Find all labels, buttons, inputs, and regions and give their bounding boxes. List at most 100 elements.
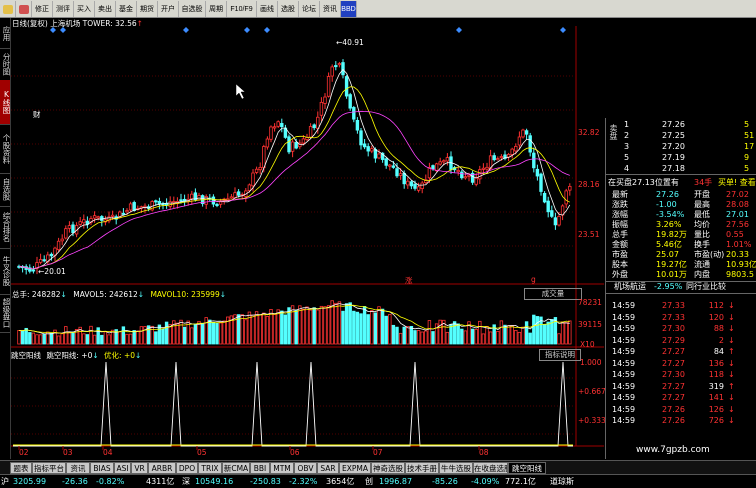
- toolbar-button[interactable]: 修正: [32, 1, 53, 17]
- candle-body: [254, 168, 259, 173]
- left-tab-2[interactable]: K线图: [0, 80, 10, 125]
- indicator-tab[interactable]: 神奇选股: [371, 462, 405, 474]
- quote-row: 涨跌 -1.00 最高 28.08: [606, 200, 756, 210]
- volume-bar: [380, 308, 385, 345]
- indicator-tab[interactable]: 技术手册: [405, 462, 439, 474]
- candle-body: [366, 146, 370, 152]
- indicator-tab[interactable]: 牛牛选股: [439, 462, 473, 474]
- indicator-tab[interactable]: EXPMA: [339, 462, 371, 474]
- order-book-row[interactable]: 5 27.19 9: [606, 153, 756, 163]
- indicator-tab[interactable]: 新CMA: [222, 462, 250, 474]
- toolbar-button[interactable]: 买入: [74, 1, 95, 17]
- volume-bar: [560, 321, 565, 345]
- kline-chart-svg[interactable]: [11, 18, 604, 459]
- left-tab-0[interactable]: 应用: [0, 18, 10, 49]
- toolbar-button[interactable]: 资讯: [320, 1, 341, 17]
- indicator-tab[interactable]: ARBR: [148, 462, 176, 474]
- volume-bar: [431, 331, 435, 345]
- toolbar-button[interactable]: BBD: [341, 1, 357, 17]
- indicator-tab[interactable]: BIAS: [90, 462, 114, 474]
- status-segment: 772.1亿: [505, 477, 536, 486]
- indicator-tab[interactable]: SAR: [317, 462, 339, 474]
- indicator-tab[interactable]: 跳空阳线: [508, 462, 546, 474]
- indicator-tab[interactable]: DPO: [176, 462, 198, 474]
- industry-compare-link[interactable]: 同行业比较: [686, 282, 726, 292]
- event-marker-2[interactable]: g: [531, 275, 536, 284]
- indicator-tab[interactable]: TRIX: [198, 462, 222, 474]
- home-icon[interactable]: [16, 1, 32, 17]
- left-tab-3[interactable]: 个股资料: [0, 124, 10, 174]
- candle-body: [542, 192, 547, 203]
- tick-row[interactable]: 14:59 27.27 84 ↑: [606, 347, 756, 357]
- candle-body: [280, 123, 284, 128]
- tick-row[interactable]: 14:59 27.26 126 ↓: [606, 405, 756, 415]
- indicator-tab[interactable]: BBI: [250, 462, 270, 474]
- order-alert-link[interactable]: 买单! 查看详细: [718, 178, 756, 188]
- toolbar-button[interactable]: 周期: [206, 1, 227, 17]
- indicator-tab[interactable]: MTM: [270, 462, 294, 474]
- tick-row[interactable]: 14:59 27.27 319 ↑: [606, 382, 756, 392]
- order-book-row[interactable]: 3 27.20 17: [606, 142, 756, 152]
- order-book-row[interactable]: 1 27.26 5: [606, 120, 756, 130]
- indicator-tab[interactable]: VR: [131, 462, 148, 474]
- candle-body: [442, 160, 446, 163]
- candle-body: [539, 173, 543, 192]
- order-book-row[interactable]: 4 27.18 5: [606, 164, 756, 174]
- tick-row[interactable]: 14:59 27.29 2 ↓: [606, 336, 756, 346]
- candle-body: [499, 156, 504, 159]
- event-marker[interactable]: 涨: [405, 275, 413, 286]
- toolbar-button[interactable]: 论坛: [299, 1, 320, 17]
- tick-row[interactable]: 14:59 27.27 136 ↓: [606, 359, 756, 369]
- indicator-tab[interactable]: 指标平台: [32, 462, 66, 474]
- tick-row[interactable]: 14:59 27.33 120 ↓: [606, 313, 756, 323]
- toolbar-button[interactable]: 基金: [116, 1, 137, 17]
- tick-volume: 118: [708, 370, 724, 379]
- toolbar-button[interactable]: 开户: [158, 1, 179, 17]
- left-tab-7[interactable]: 超级盘口: [0, 294, 10, 333]
- indicator-tab[interactable]: 题表: [10, 462, 32, 474]
- volume-indicator-button[interactable]: 成交量: [524, 288, 582, 300]
- toolbar-button[interactable]: 自选股: [179, 1, 206, 17]
- quote-row: 涨幅 -3.54% 最低 27.01: [606, 210, 756, 220]
- left-tab-5[interactable]: 综合排名: [0, 206, 10, 249]
- volume-bar: [28, 332, 32, 345]
- quote-row: 外盘 10.01万 内盘 9803.5: [606, 270, 756, 280]
- indicator-tab[interactable]: 在收盘选股: [473, 462, 508, 474]
- industry-change: -2.95%: [654, 282, 683, 291]
- volume-bar: [370, 310, 374, 345]
- low-price-value: 20.01: [44, 267, 66, 276]
- left-tab-4[interactable]: 自选股: [0, 173, 10, 207]
- tick-row[interactable]: 14:59 27.30 118 ↓: [606, 370, 756, 380]
- left-tab-6[interactable]: 牛叉诊股: [0, 248, 10, 295]
- toolbar-button[interactable]: 测评: [53, 1, 74, 17]
- order-book-row[interactable]: 2 27.25 51: [606, 131, 756, 141]
- indicator-help-button[interactable]: 指标说明: [539, 349, 581, 361]
- quote-label: 开盘: [694, 190, 710, 199]
- indicator-tab[interactable]: OBV: [294, 462, 317, 474]
- tick-time: 14:59: [612, 393, 636, 402]
- toolbar-button[interactable]: 选股: [278, 1, 299, 17]
- volume-bar: [323, 306, 327, 345]
- volume-bar: [359, 313, 363, 345]
- toolbar-button[interactable]: F10/F9: [227, 1, 257, 17]
- back-icon[interactable]: [0, 1, 16, 17]
- left-tab-1[interactable]: 分时图: [0, 48, 10, 81]
- candle-body: [215, 203, 219, 206]
- tick-row[interactable]: 14:59 27.33 112 ↓: [606, 301, 756, 311]
- toolbar-button[interactable]: 期货: [137, 1, 158, 17]
- finance-marker[interactable]: 财: [33, 109, 41, 120]
- industry-row[interactable]: 机场航运 -2.95% 同行业比较: [606, 281, 756, 294]
- quote-value: 5.46亿: [656, 240, 682, 249]
- tick-row[interactable]: 14:59 27.27 141 ↓: [606, 393, 756, 403]
- indicator-tab[interactable]: 资讯: [66, 462, 90, 474]
- toolbar-button[interactable]: 画线: [257, 1, 278, 17]
- toolbar-button[interactable]: 卖出: [95, 1, 116, 17]
- candle-body: [308, 126, 313, 138]
- volume-bar: [524, 321, 529, 345]
- indicator-tab[interactable]: ASI: [114, 462, 131, 474]
- tick-row[interactable]: 14:59 27.26 726 ↓: [606, 416, 756, 426]
- tick-row[interactable]: 14:59 27.30 88 ↓: [606, 324, 756, 334]
- volume-bar: [67, 332, 72, 345]
- order-alert-strip[interactable]: 在买盘27.13位置有 34手 买单! 查看详细: [606, 178, 756, 188]
- toolbar: 修正 测评 买入 卖出 基金 期货 开户 自选股 周期 F10/F9 画线 选股 论坛 资讯 BBD: [0, 0, 756, 18]
